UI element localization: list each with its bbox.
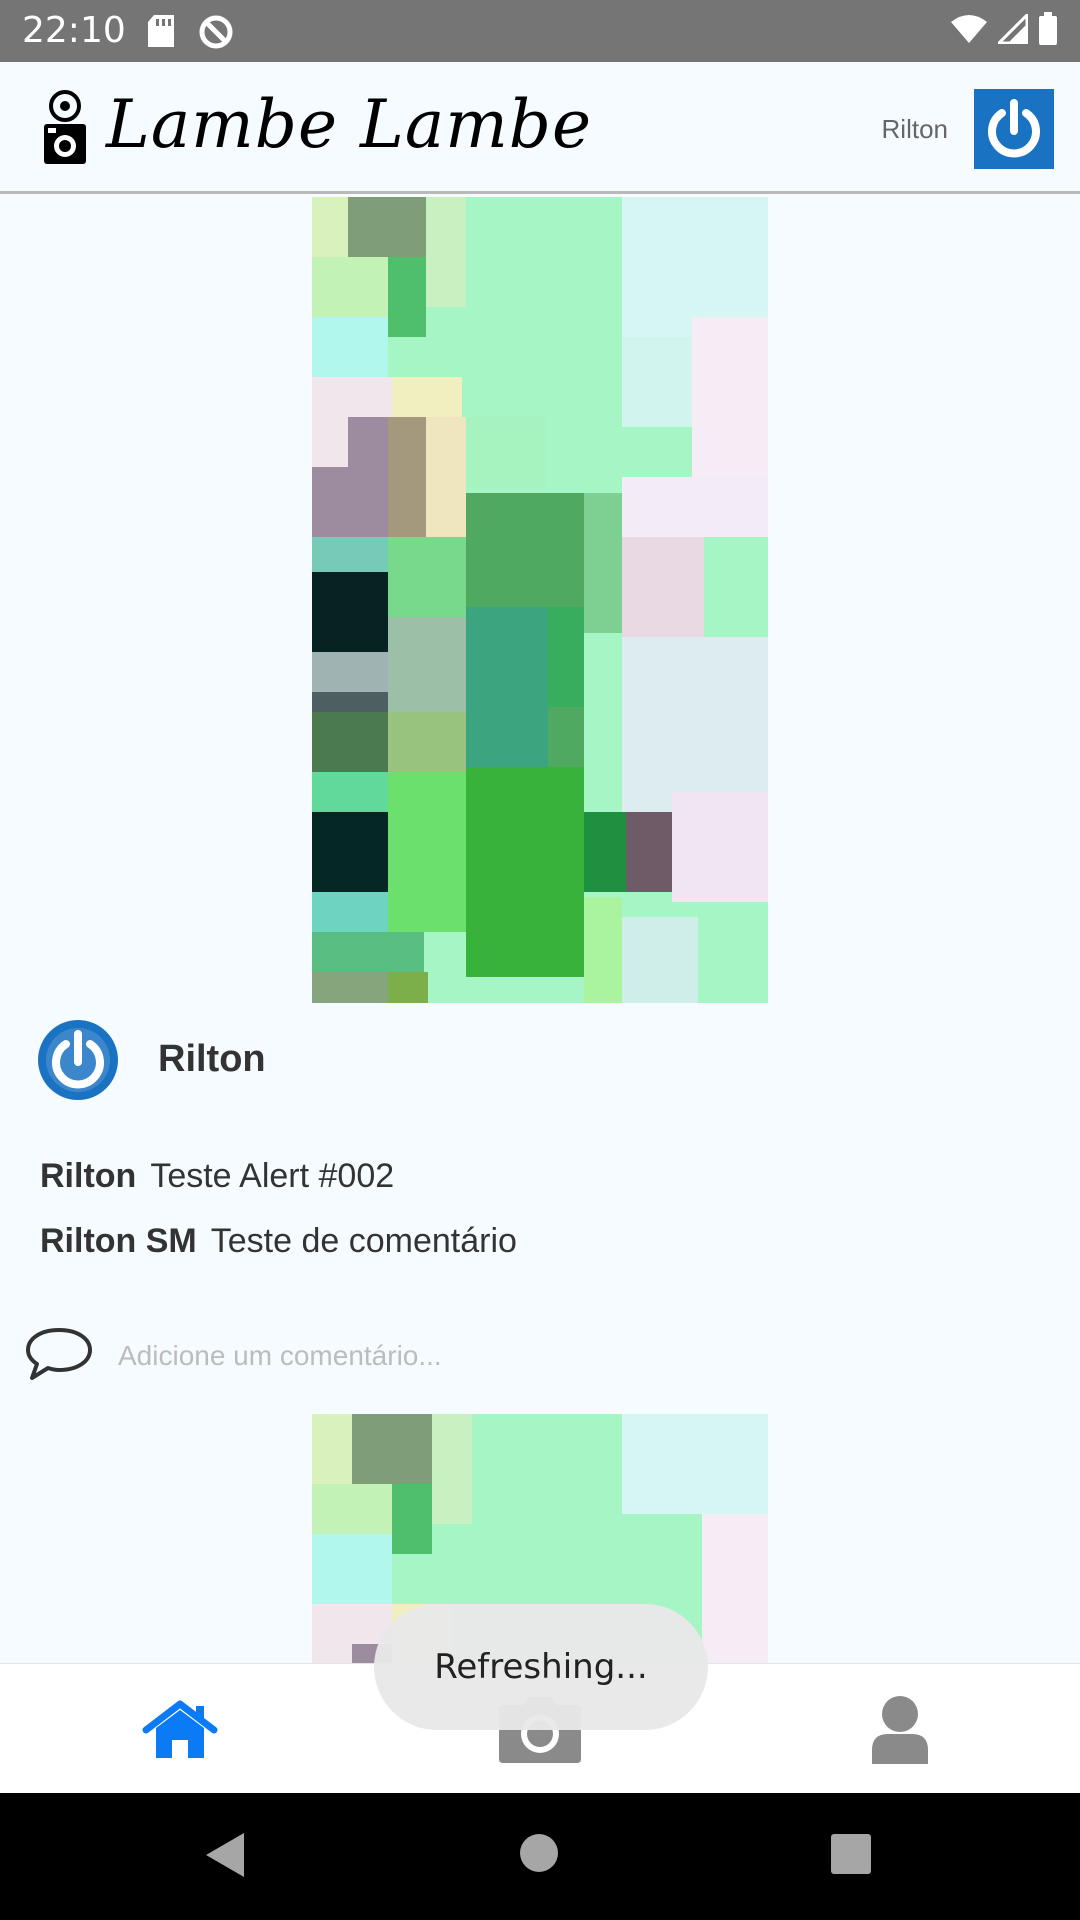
status-time: 22:10 [22,10,126,51]
refreshing-toast: Refreshing... [374,1604,708,1730]
header-avatar[interactable] [974,89,1054,169]
comment-user[interactable]: Rilton SM [40,1222,197,1260]
power-icon [38,1028,118,1104]
home-circle-icon[interactable] [518,1831,560,1880]
comment-user[interactable]: Rilton [40,1157,136,1195]
post-image[interactable] [312,197,768,1003]
comment: Rilton SM Teste de comentário [40,1222,517,1261]
user-icon [870,1694,930,1771]
post-author-row: Rilton [0,1020,1080,1100]
camera-logo-icon [42,90,88,171]
comment-text: Teste de comentário [210,1222,517,1260]
author-avatar[interactable] [38,1020,118,1100]
app-title: Lambe Lambe [106,86,593,163]
home-icon [142,1700,218,1765]
back-icon[interactable] [204,1831,246,1884]
android-nav-bar [0,1793,1080,1920]
recent-apps-icon[interactable] [830,1831,872,1880]
status-bar: 22:10 [0,0,1080,62]
battery-icon [1038,12,1058,51]
power-icon [974,99,1054,173]
feed[interactable]: Rilton Rilton Teste Alert #002 Rilton SM T… [0,197,1080,1663]
wifi-icon [950,14,988,49]
comment: Rilton Teste Alert #002 [40,1157,517,1196]
comments-list: Rilton Teste Alert #002 Rilton SM Teste de… [40,1157,517,1287]
comment-input[interactable] [118,1332,1018,1380]
app-header: Lambe Lambe Rilton [0,62,1080,194]
no-sync-icon [198,14,234,55]
signal-icon [995,11,1029,49]
add-comment-row [0,1324,1080,1388]
sd-card-icon [146,14,176,55]
header-user-name: Rilton [881,114,948,144]
nav-profile[interactable] [850,1692,950,1772]
nav-home[interactable] [130,1692,230,1772]
comment-text: Teste Alert #002 [150,1157,395,1195]
speech-bubble-icon[interactable] [24,1324,94,1389]
post-author-name[interactable]: Rilton [158,1038,266,1081]
